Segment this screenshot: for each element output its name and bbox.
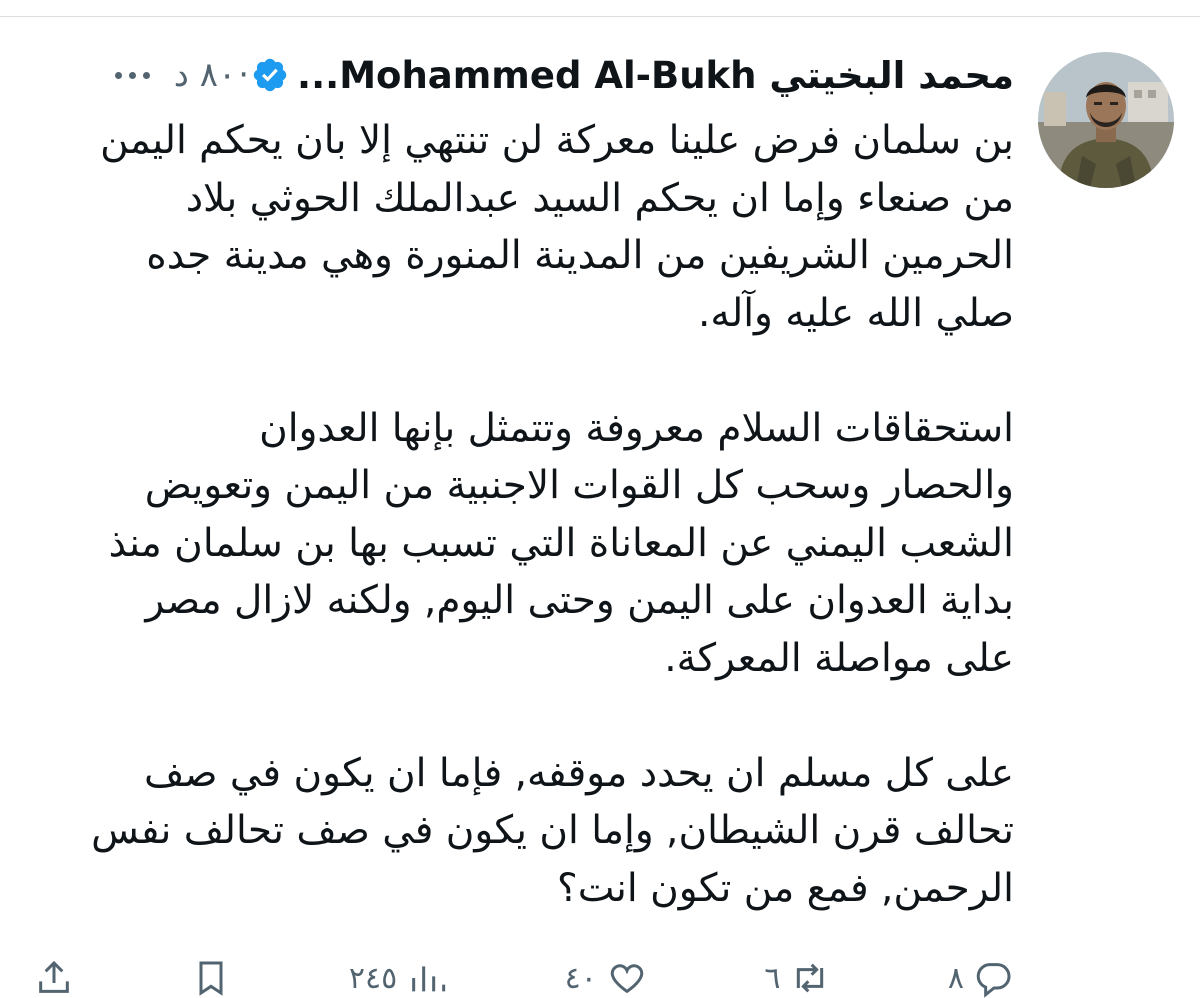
like-button[interactable]: ٤٠ (565, 958, 647, 998)
text-line: بداية العدوان على اليمن وحتى اليوم, ولكن… (145, 578, 1014, 623)
retweet-count: ٦ (764, 960, 781, 996)
reply-button[interactable]: ٨ (948, 958, 1014, 998)
separator-dot: · (238, 55, 250, 95)
retweet-icon (797, 963, 824, 993)
avatar[interactable] (1038, 52, 1174, 188)
more-horizontal-icon[interactable] (114, 71, 150, 79)
share-icon (39, 960, 69, 993)
paragraph: بن سلمان فرض علينا معركة لن تنتهي إلا با… (34, 112, 1014, 342)
paragraph: استحقاقات السلام معروفة وتتمثل بإنها الع… (34, 400, 1014, 688)
views-button[interactable]: ٢٤٥ (349, 958, 447, 998)
text-line: استحقاقات السلام معروفة وتتمثل بإنها الع… (259, 405, 1014, 451)
like-count: ٤٠ (564, 960, 597, 996)
author-display-name[interactable]: محمد البخيتي Mohammed Al-Bukh... (297, 54, 1014, 97)
text-line: بن سلمان فرض علينا معركة لن تنتهي إلا با… (100, 118, 1014, 163)
text-line: تحالف قرن الشيطان, وإما ان يكون في صف تح… (91, 808, 1014, 853)
like-icon (610, 964, 644, 994)
reply-icon (976, 963, 1011, 998)
text-line: الرحمن, فمع من تكون انت؟ (557, 865, 1014, 911)
tweet-header: محمد البخيتي Mohammed Al-Bukh... · ٨٠ د (34, 47, 1014, 103)
text-line: من صنعاء وإما ان يحكم السيد عبدالملك الح… (185, 175, 1014, 221)
text-line: الشعب اليمني عن المعاناة التي تسبب بها ب… (108, 520, 1014, 566)
views-icon (412, 966, 446, 992)
tweet-text: بن سلمان فرض علينا معركة لن تنتهي إلا با… (34, 112, 1014, 917)
verified-badge-icon (251, 56, 289, 94)
bookmark-button[interactable] (191, 958, 231, 998)
text-line: على كل مسلم ان يحدد موقفه, فإما ان يكون … (144, 750, 1014, 796)
paragraph: على كل مسلم ان يحدد موقفه, فإما ان يكون … (34, 745, 1014, 918)
share-button[interactable] (34, 958, 74, 998)
views-count: ٢٤٥ (348, 960, 398, 996)
text-line: والحصار وسحب كل القوات الاجنبية من اليمن… (144, 463, 1014, 508)
tweet[interactable]: محمد البخيتي Mohammed Al-Bukh... · ٨٠ د … (0, 0, 1200, 998)
avatar-photo (1038, 52, 1174, 188)
text-line: الحرمين الشريفين من المدينة المنورة وهي … (146, 233, 1014, 278)
bookmark-icon (199, 961, 223, 996)
text-line: صلي الله عليه وآله. (698, 290, 1014, 336)
tweet-actions: ٨ ٦ ٤٠ ٢٤٥ (34, 958, 1014, 998)
retweet-button[interactable]: ٦ (764, 958, 830, 998)
timestamp[interactable]: ٨٠ د (174, 55, 236, 95)
text-line: على مواصلة المعركة. (664, 635, 1014, 681)
reply-count: ٨ (947, 960, 964, 996)
